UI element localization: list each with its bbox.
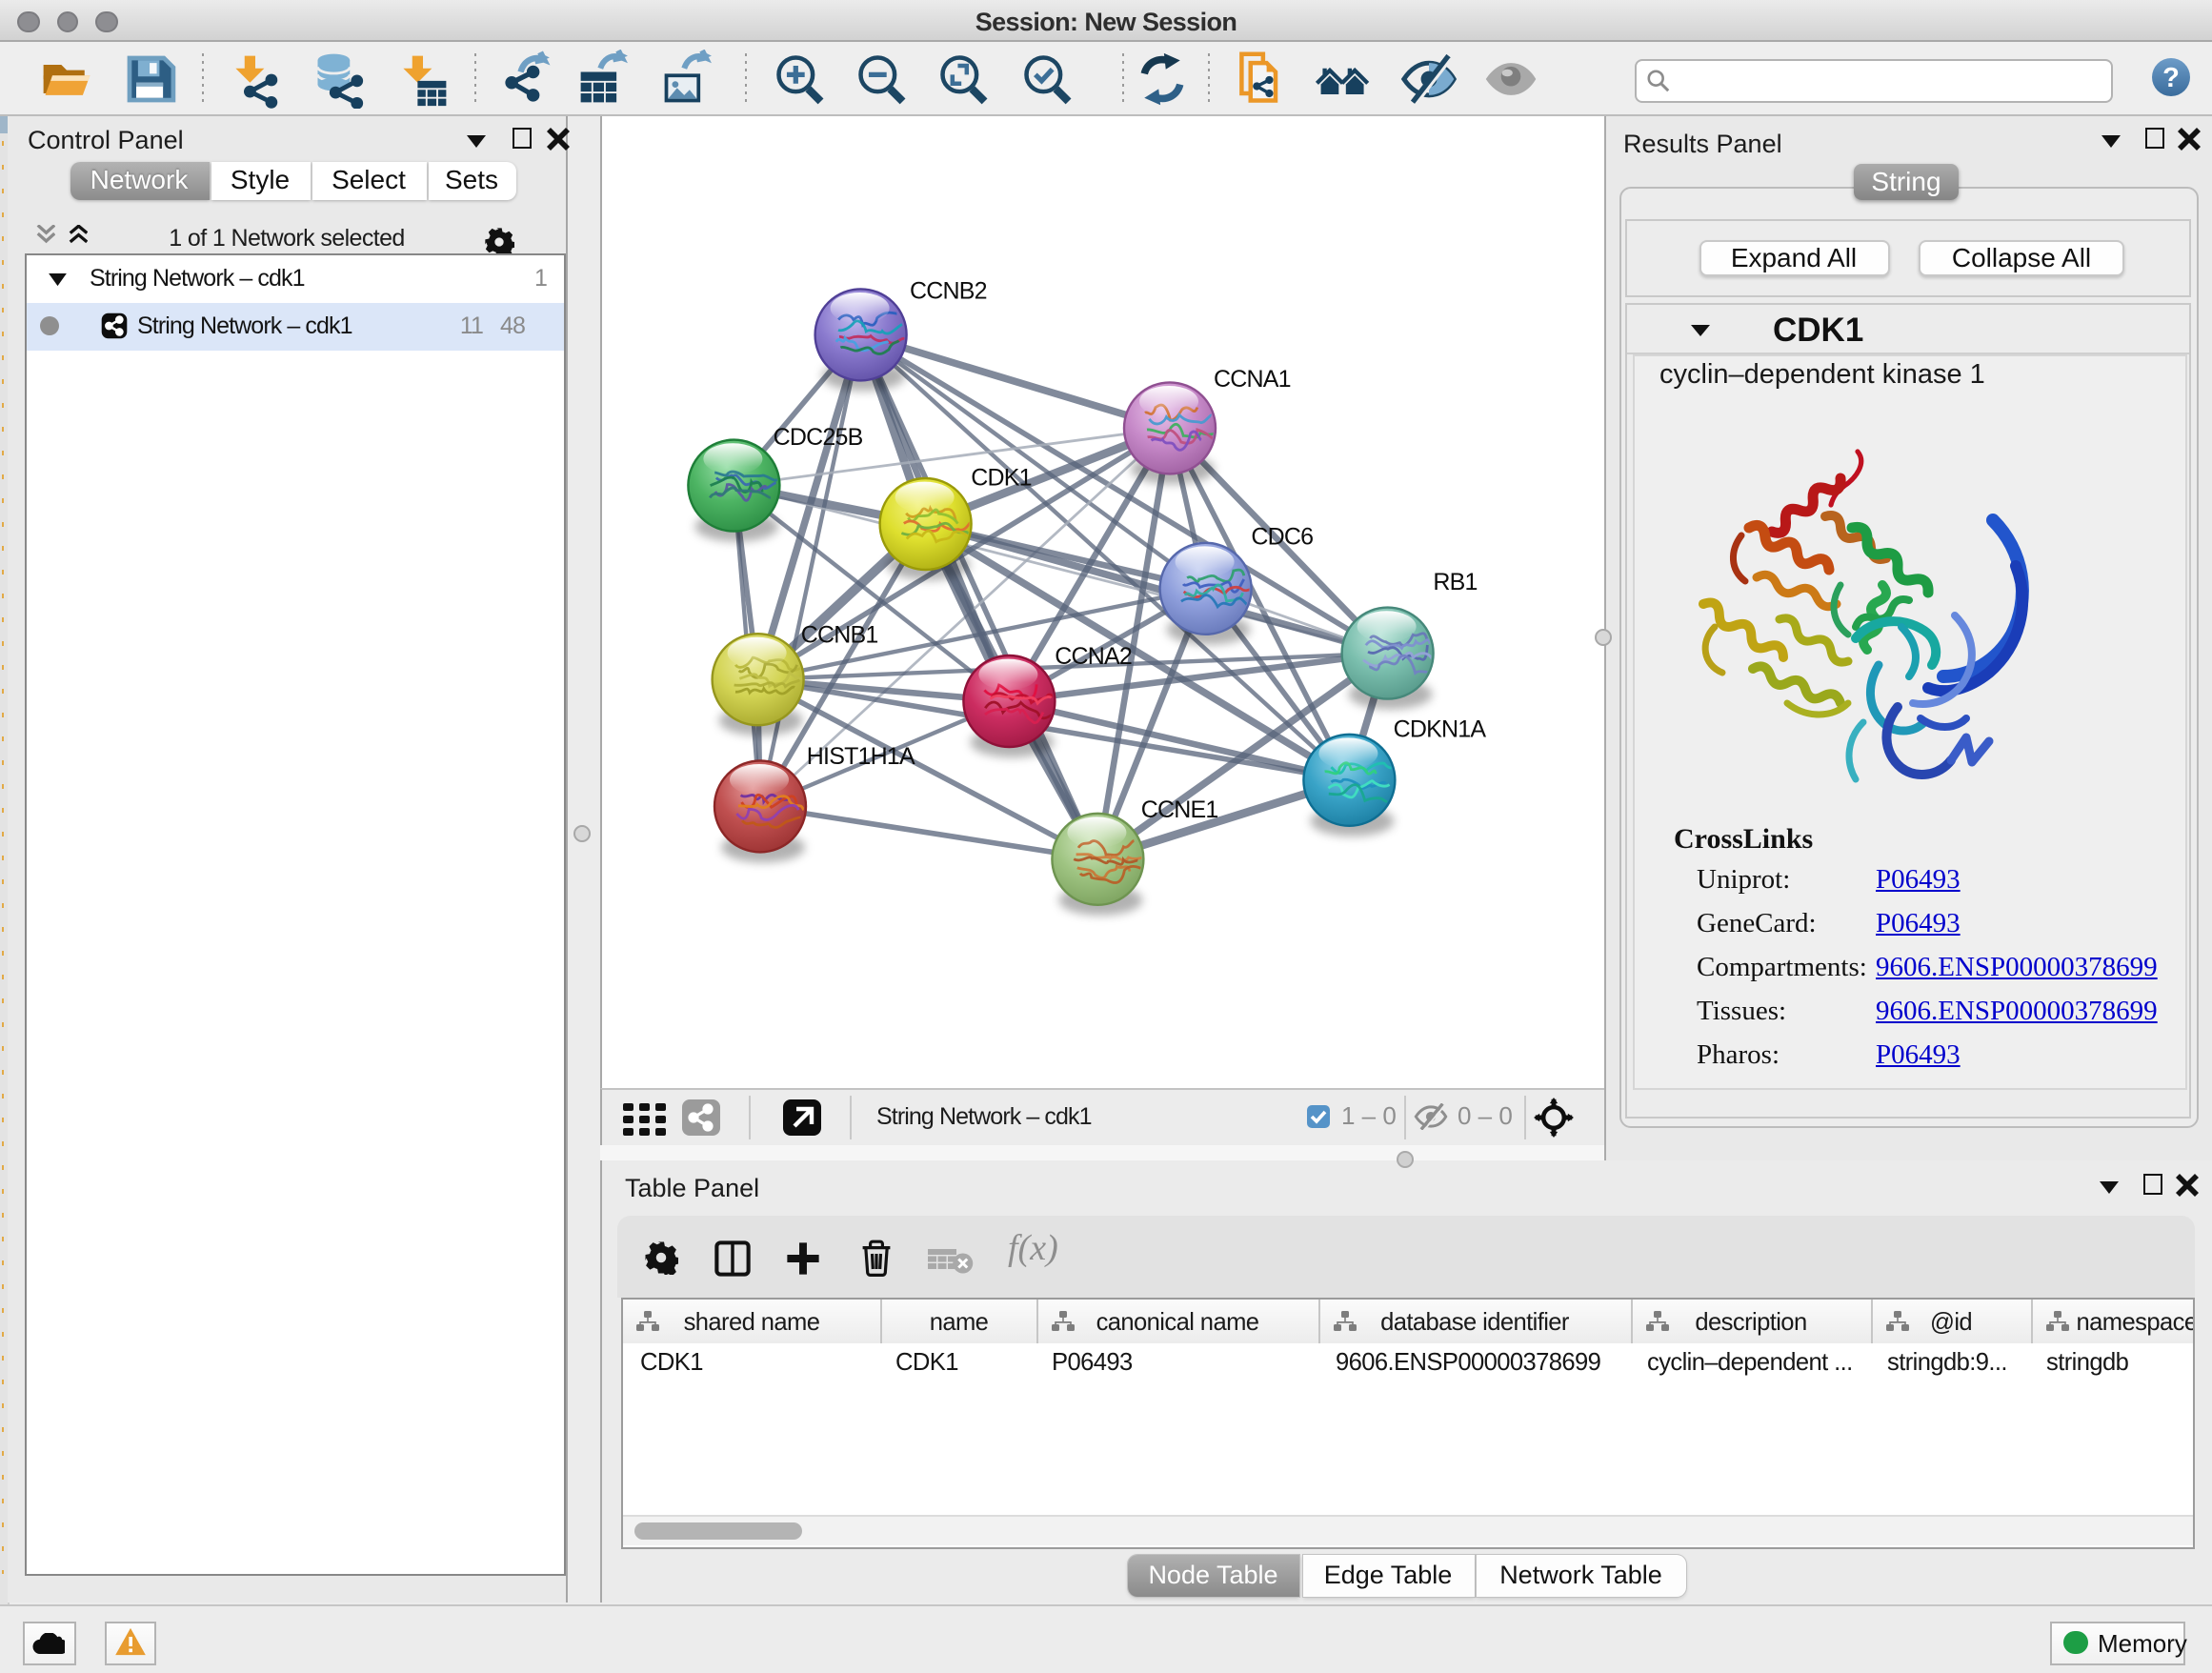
svg-text:CCNA2: CCNA2 — [1055, 643, 1132, 670]
svg-text:CDK1: CDK1 — [971, 465, 1031, 492]
svg-text:CDC6: CDC6 — [1251, 524, 1313, 551]
svg-text:CCNB1: CCNB1 — [801, 622, 878, 649]
svg-text:RB1: RB1 — [1433, 569, 1477, 595]
svg-text:CCNA1: CCNA1 — [1214, 366, 1291, 393]
svg-text:CDKN1A: CDKN1A — [1394, 716, 1487, 743]
svg-text:CCNB2: CCNB2 — [910, 277, 987, 304]
svg-text:CDC25B: CDC25B — [774, 424, 863, 451]
svg-text:HIST1H1A: HIST1H1A — [807, 743, 915, 770]
svg-text:CCNE1: CCNE1 — [1141, 796, 1218, 823]
svg-text:?: ? — [2162, 63, 2180, 93]
